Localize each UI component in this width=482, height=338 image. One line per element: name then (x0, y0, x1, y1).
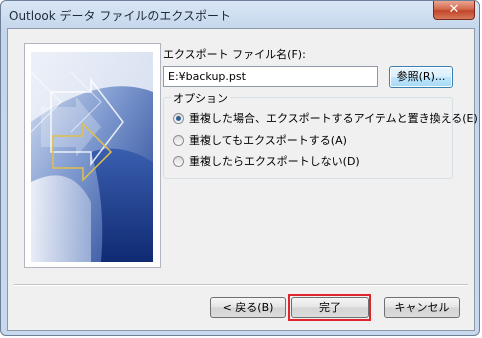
radio-replace-duplicates[interactable] (173, 113, 184, 124)
radio-allow-duplicates[interactable] (173, 135, 184, 146)
dialog-title: Outlook データ ファイルのエクスポート (9, 9, 231, 23)
wizard-illustration-svg (31, 52, 153, 262)
option-skip-duplicates[interactable]: 重複したらエクスポートしない(D) (173, 154, 373, 170)
export-dialog: Outlook データ ファイルのエクスポート ✕ エクスポート ファイル名(F… (0, 0, 480, 336)
radio-skip-duplicates[interactable] (173, 156, 184, 167)
wizard-image-frame (24, 43, 161, 268)
option-allow-duplicates[interactable]: 重複してもエクスポートする(A) (173, 133, 373, 149)
footer-divider (14, 284, 468, 286)
wizard-illustration (31, 52, 153, 262)
dialog-body: エクスポート ファイル名(F): E:¥backup.pst 参照(R)... … (7, 28, 478, 331)
filename-input[interactable]: E:¥backup.pst (163, 66, 378, 87)
options-legend: オプション (171, 90, 230, 106)
close-icon: ✕ (448, 2, 460, 17)
close-button[interactable]: ✕ (433, 1, 475, 20)
back-button[interactable]: < 戻る(B) (210, 297, 286, 318)
finish-button[interactable]: 完了 (291, 297, 369, 318)
option-label: 重複してもエクスポートする(A) (189, 134, 347, 147)
browse-button[interactable]: 参照(R)... (389, 66, 453, 88)
cancel-button[interactable]: キャンセル (384, 297, 460, 318)
filename-label: エクスポート ファイル名(F): (163, 48, 306, 61)
option-label: 重複した場合、エクスポートするアイテムと置き換える(E) (189, 112, 478, 125)
option-label: 重複したらエクスポートしない(D) (189, 155, 360, 168)
option-replace-duplicates[interactable]: 重複した場合、エクスポートするアイテムと置き換える(E) (173, 111, 478, 127)
